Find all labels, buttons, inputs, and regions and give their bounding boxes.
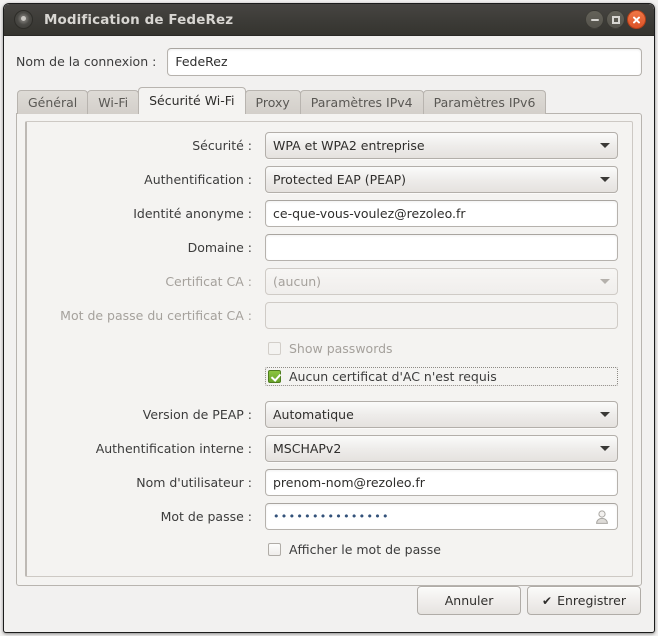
checkbox-icon bbox=[268, 543, 281, 556]
save-button[interactable]: ✔ Enregistrer bbox=[527, 586, 641, 615]
anonymous-identity-label: Identité anonyme : bbox=[37, 206, 265, 221]
domain-input[interactable] bbox=[265, 234, 618, 261]
tab-wifi-security[interactable]: Sécurité Wi-Fi bbox=[138, 87, 245, 114]
inner-authentication-value: MSCHAPv2 bbox=[273, 441, 594, 456]
show-passwords-label: Show passwords bbox=[289, 341, 393, 356]
domain-label: Domaine : bbox=[37, 240, 265, 255]
anonymous-identity-value: ce-que-vous-voulez@rezoleo.fr bbox=[273, 206, 610, 221]
row-inner-authentication: Authentification interne : MSCHAPv2 bbox=[37, 435, 618, 462]
ca-certificate-password-label: Mot de passe du certificat CA : bbox=[37, 308, 265, 323]
close-icon bbox=[632, 15, 641, 24]
row-domain: Domaine : bbox=[37, 234, 618, 261]
dialog-action-area: Annuler ✔ Enregistrer bbox=[4, 579, 654, 633]
chevron-down-icon bbox=[600, 279, 610, 284]
inner-authentication-combobox[interactable]: MSCHAPv2 bbox=[265, 435, 618, 462]
no-ca-required-checkbox[interactable]: Aucun certificat d'AC n'est requis bbox=[265, 367, 618, 386]
row-anonymous-identity: Identité anonyme : ce-que-vous-voulez@re… bbox=[37, 200, 618, 227]
ca-certificate-password-input bbox=[265, 302, 618, 329]
row-ca-certificate: Certificat CA : (aucun) bbox=[37, 268, 618, 295]
row-password: Mot de passe : ••••••••••••••• bbox=[37, 503, 618, 530]
row-ca-certificate-password: Mot de passe du certificat CA : bbox=[37, 302, 618, 329]
check-icon: ✔ bbox=[542, 595, 552, 607]
row-peap-version: Version de PEAP : Automatique bbox=[37, 401, 618, 428]
tab-wifi[interactable]: Wi-Fi bbox=[87, 90, 139, 114]
checkbox-icon bbox=[268, 342, 281, 355]
network-connection-icon bbox=[14, 10, 33, 29]
connection-editor-window: Modification de FedeRez Nom de la connex… bbox=[0, 0, 658, 636]
chevron-down-icon bbox=[600, 446, 610, 451]
show-password-checkbox[interactable]: Afficher le mot de passe bbox=[265, 540, 618, 559]
username-input[interactable]: prenom-nom@rezoleo.fr bbox=[265, 469, 618, 496]
window-frame: Modification de FedeRez Nom de la connex… bbox=[3, 3, 655, 633]
section-gap bbox=[37, 392, 618, 401]
ca-certificate-label: Certificat CA : bbox=[37, 274, 265, 289]
dialog-body: Nom de la connexion : Général Wi-Fi Sécu… bbox=[4, 36, 654, 633]
peap-version-value: Automatique bbox=[273, 407, 594, 422]
connection-name-input[interactable] bbox=[167, 48, 642, 76]
window-buttons bbox=[585, 10, 646, 29]
row-security: Sécurité : WPA et WPA2 entreprise bbox=[37, 132, 618, 159]
chevron-down-icon bbox=[600, 412, 610, 417]
authentication-label: Authentification : bbox=[37, 172, 265, 187]
minimize-icon bbox=[591, 19, 599, 21]
chevron-down-icon bbox=[600, 177, 610, 182]
maximize-icon bbox=[612, 16, 620, 24]
tab-panel-wifi-security: Sécurité : WPA et WPA2 entreprise bbox=[16, 113, 642, 586]
row-authentication: Authentification : Protected EAP (PEAP) bbox=[37, 166, 618, 193]
save-button-label: Enregistrer bbox=[557, 593, 626, 608]
tab-proxy[interactable]: Proxy bbox=[245, 90, 301, 114]
row-show-password: Afficher le mot de passe bbox=[37, 537, 618, 561]
settings-scroll-area[interactable]: Sécurité : WPA et WPA2 entreprise bbox=[25, 121, 633, 577]
no-ca-required-label: Aucun certificat d'AC n'est requis bbox=[289, 369, 497, 384]
authentication-value: Protected EAP (PEAP) bbox=[273, 172, 594, 187]
tab-ipv4-settings[interactable]: Paramètres IPv4 bbox=[300, 90, 424, 114]
tab-strip: Général Wi-Fi Sécurité Wi-Fi Proxy Param… bbox=[16, 87, 642, 114]
ca-certificate-value: (aucun) bbox=[273, 274, 594, 289]
cancel-button-label: Annuler bbox=[445, 593, 494, 608]
security-combobox[interactable]: WPA et WPA2 entreprise bbox=[265, 132, 618, 159]
show-passwords-checkbox: Show passwords bbox=[265, 339, 618, 358]
username-value: prenom-nom@rezoleo.fr bbox=[273, 475, 610, 490]
settings-notebook: Général Wi-Fi Sécurité Wi-Fi Proxy Param… bbox=[16, 87, 642, 586]
show-password-label: Afficher le mot de passe bbox=[289, 542, 441, 557]
cancel-button[interactable]: Annuler bbox=[417, 586, 521, 615]
user-icon[interactable] bbox=[594, 509, 610, 525]
tab-ipv6-settings[interactable]: Paramètres IPv6 bbox=[423, 90, 547, 114]
connection-name-row: Nom de la connexion : bbox=[16, 47, 642, 76]
window-title: Modification de FedeRez bbox=[44, 12, 233, 28]
peap-version-label: Version de PEAP : bbox=[37, 407, 265, 422]
anonymous-identity-input[interactable]: ce-que-vous-voulez@rezoleo.fr bbox=[265, 200, 618, 227]
checkbox-checked-icon bbox=[268, 370, 281, 383]
tab-general[interactable]: Général bbox=[17, 90, 88, 114]
minimize-button[interactable] bbox=[585, 10, 604, 29]
row-no-ca-required: Aucun certificat d'AC n'est requis bbox=[37, 364, 618, 388]
close-button[interactable] bbox=[627, 10, 646, 29]
password-label: Mot de passe : bbox=[37, 509, 265, 524]
username-label: Nom d'utilisateur : bbox=[37, 475, 265, 490]
password-input[interactable]: ••••••••••••••• bbox=[265, 503, 618, 530]
wifi-security-form: Sécurité : WPA et WPA2 entreprise bbox=[27, 122, 632, 561]
maximize-button[interactable] bbox=[606, 10, 625, 29]
authentication-combobox[interactable]: Protected EAP (PEAP) bbox=[265, 166, 618, 193]
chevron-down-icon bbox=[600, 143, 610, 148]
titlebar: Modification de FedeRez bbox=[4, 4, 654, 36]
peap-version-combobox[interactable]: Automatique bbox=[265, 401, 618, 428]
security-value: WPA et WPA2 entreprise bbox=[273, 138, 594, 153]
security-label: Sécurité : bbox=[37, 138, 265, 153]
password-value: ••••••••••••••• bbox=[273, 510, 594, 523]
inner-authentication-label: Authentification interne : bbox=[37, 441, 265, 456]
row-show-passwords: Show passwords bbox=[37, 336, 618, 360]
row-username: Nom d'utilisateur : prenom-nom@rezoleo.f… bbox=[37, 469, 618, 496]
connection-name-label: Nom de la connexion : bbox=[16, 54, 156, 69]
ca-certificate-combobox: (aucun) bbox=[265, 268, 618, 295]
